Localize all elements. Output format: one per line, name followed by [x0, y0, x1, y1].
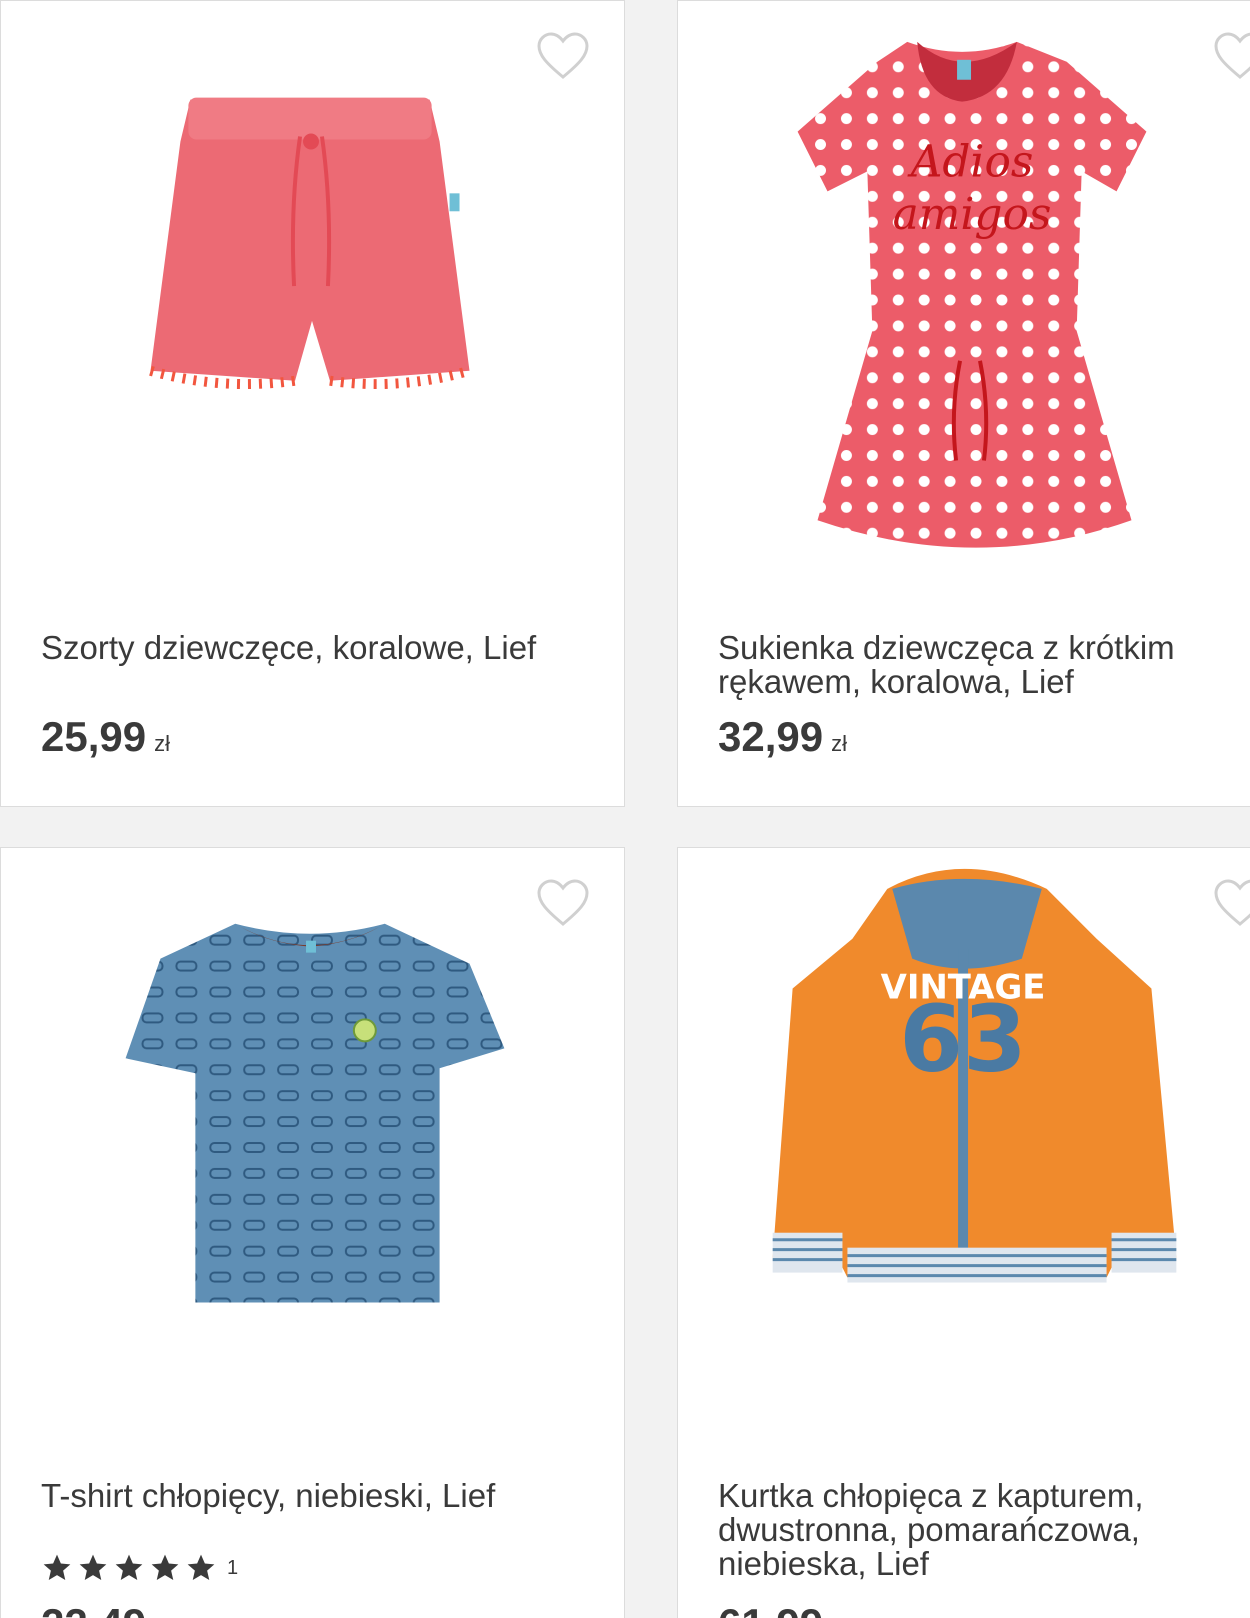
star-icon — [43, 1554, 71, 1580]
price-amount: 25,99 — [41, 713, 147, 760]
star-icon — [187, 1554, 215, 1580]
product-image-shorts[interactable] — [1, 1, 624, 601]
print-number: 63 — [899, 985, 1027, 1092]
price-currency: zł — [831, 731, 847, 756]
product-card[interactable]: VINTAGE 63 Kurtka chłopięca z kapturem, … — [677, 847, 1250, 1618]
product-price: 32,99 zł — [718, 713, 847, 761]
star-icon — [151, 1554, 179, 1580]
product-card[interactable]: Szorty dziewczęce, koralowe, Lief 25,99 z… — [0, 0, 625, 807]
price-amount: 22,49 — [41, 1600, 146, 1618]
product-title[interactable]: Szorty dziewczęce, koralowe, Lief — [41, 631, 581, 665]
print-line1: Adios — [907, 136, 1034, 187]
product-price: 61,99zł — [718, 1600, 847, 1618]
product-card[interactable]: T-shirt chłopięcy, niebieski, Lief 1 22,… — [0, 847, 625, 1618]
rating-count: 1 — [227, 1556, 239, 1579]
product-image-jacket[interactable]: VINTAGE 63 — [678, 848, 1250, 1448]
star-icon — [115, 1554, 143, 1580]
product-image-dress[interactable]: Adios amigos — [678, 1, 1250, 601]
price-amount: 32,99 — [718, 713, 824, 760]
product-price: 25,99 zł — [41, 713, 170, 761]
star-icon — [79, 1554, 107, 1580]
product-title[interactable]: Sukienka dziewczęca z krótkim rękawem, k… — [718, 631, 1250, 699]
product-title[interactable]: Kurtka chłopięca z kapturem, dwustronna,… — [718, 1479, 1250, 1581]
print-line2: amigos — [893, 189, 1052, 240]
product-card[interactable]: Adios amigos Sukienka dziewczęca z krótk… — [677, 0, 1250, 807]
product-price: 22,49zł — [41, 1600, 170, 1618]
price-currency: zł — [154, 731, 170, 756]
price-amount: 61,99 — [718, 1600, 823, 1618]
product-rating: 1 — [41, 1552, 238, 1584]
product-grid: Szorty dziewczęce, koralowe, Lief 25,99 z… — [0, 0, 1250, 1618]
product-title[interactable]: T-shirt chłopięcy, niebieski, Lief — [41, 1479, 581, 1513]
product-image-tshirt[interactable] — [1, 848, 624, 1448]
